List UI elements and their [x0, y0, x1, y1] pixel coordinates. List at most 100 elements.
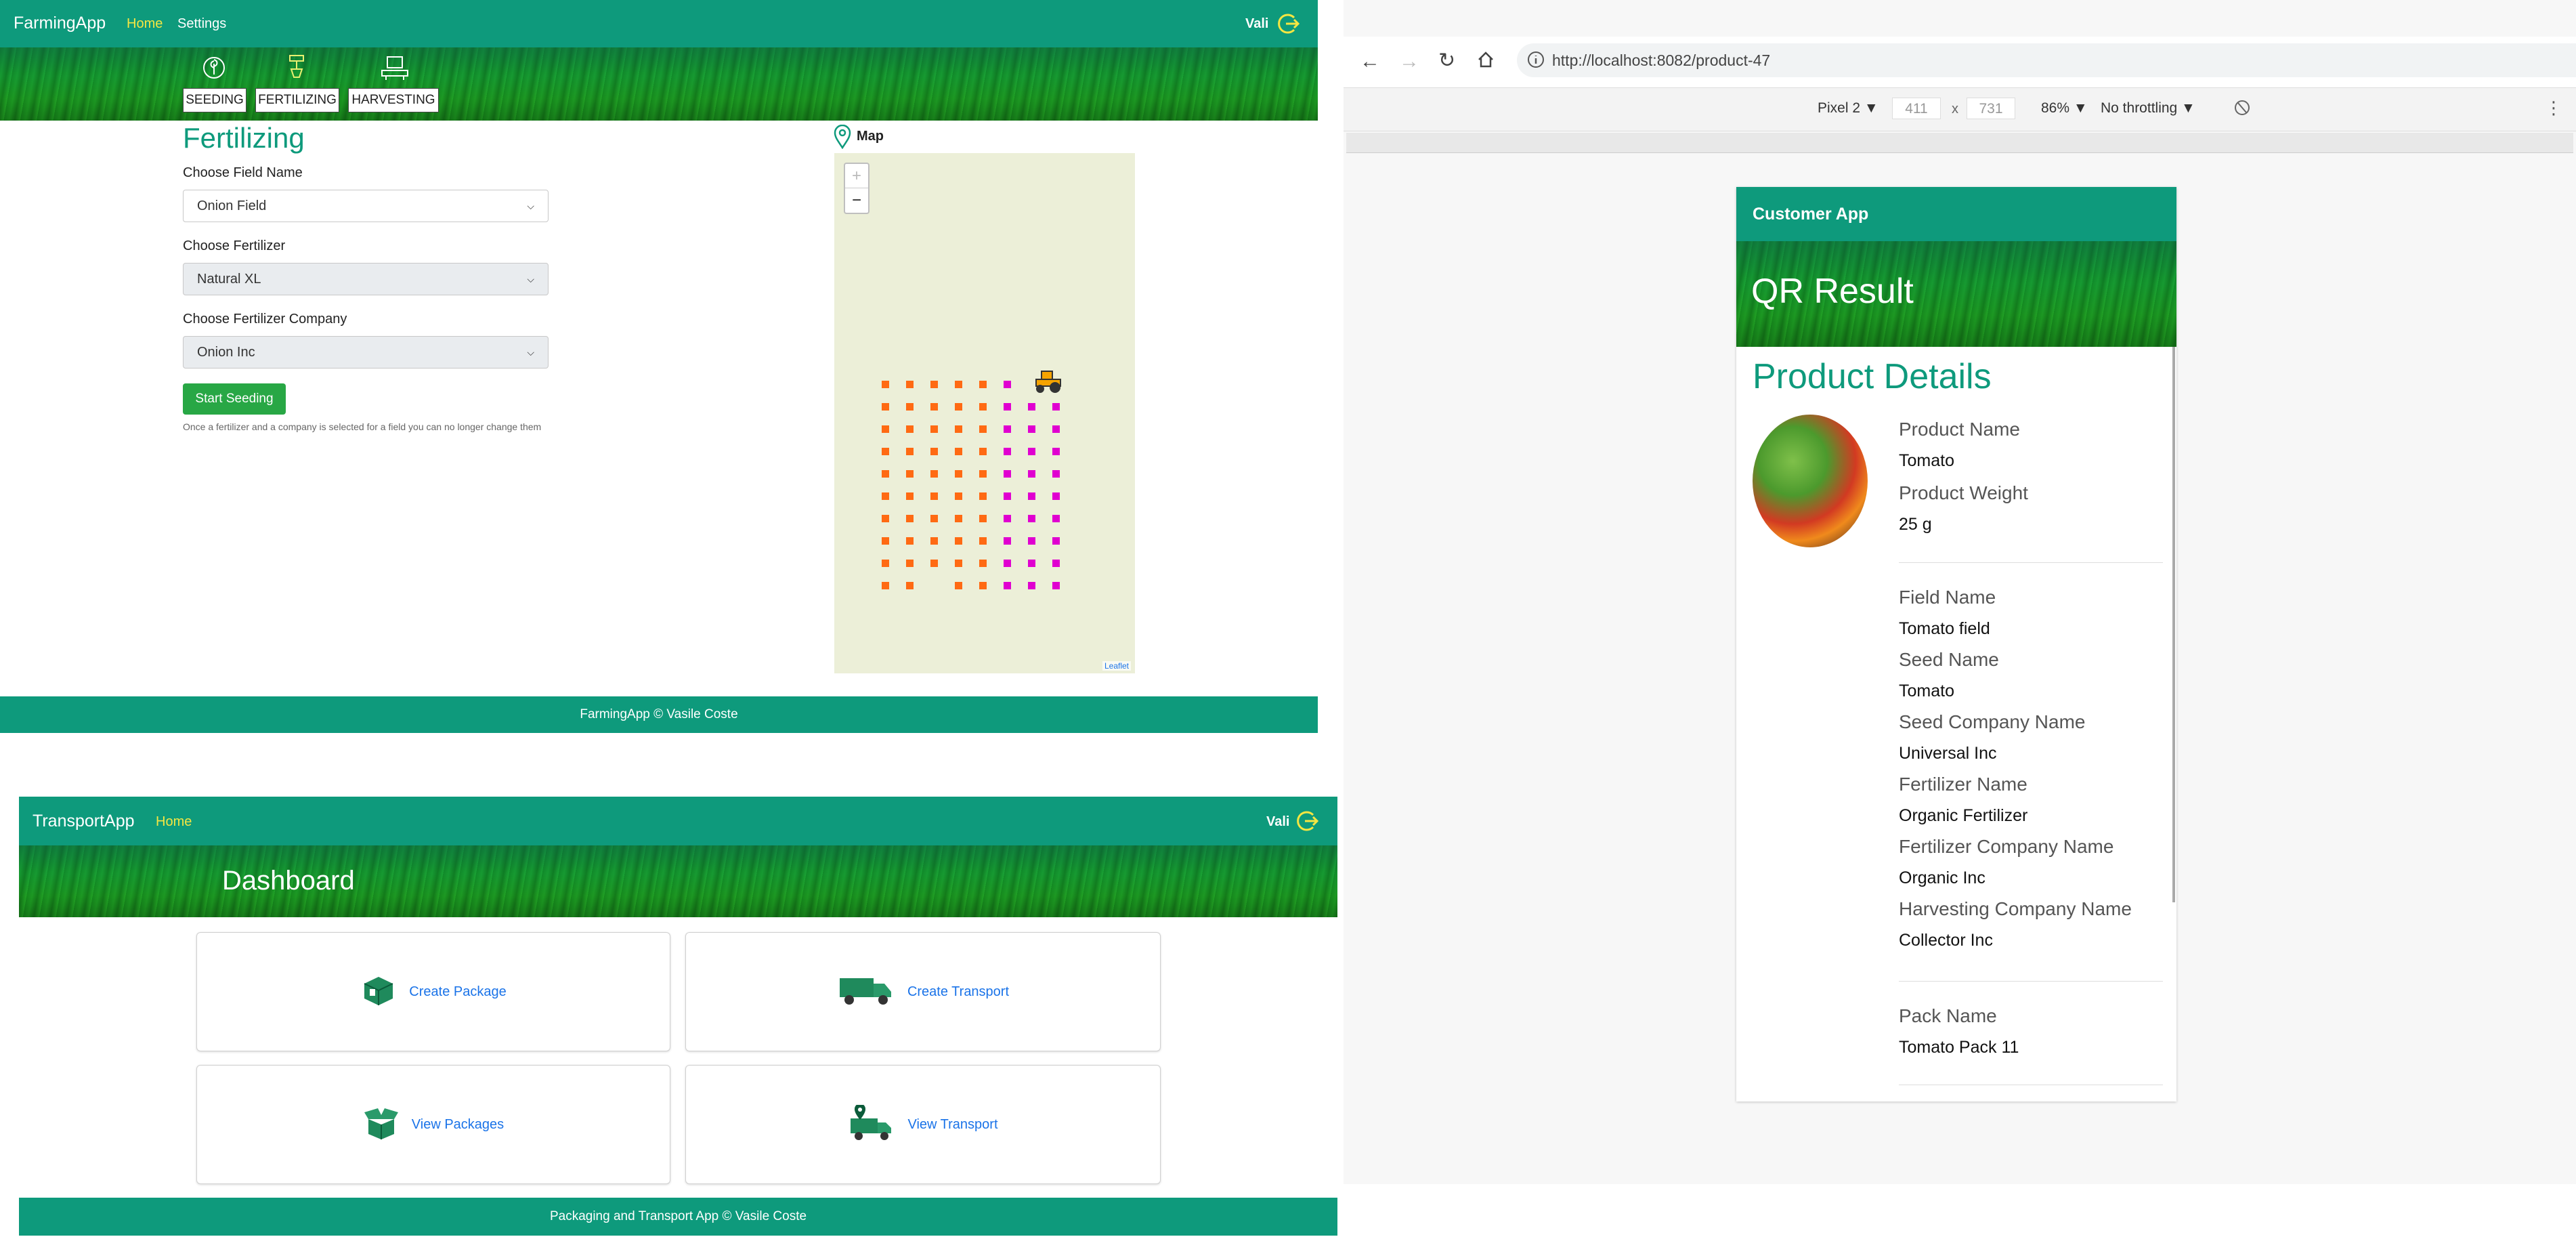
tractor-icon — [1032, 367, 1066, 394]
product-name-value: Tomato — [1899, 451, 1954, 470]
create-package-link[interactable]: Create Package — [409, 984, 506, 1000]
field-point — [1052, 470, 1060, 478]
rotate-icon[interactable] — [2232, 98, 2252, 118]
scrollbar-thumb[interactable] — [2172, 347, 2175, 902]
view-transport-link[interactable]: View Transport — [907, 1117, 997, 1133]
customer-navbar: Customer App — [1736, 187, 2176, 241]
open-box-icon — [363, 1106, 400, 1144]
throttle-select[interactable]: No throttling ▼ — [2101, 100, 2195, 117]
tab-fertilizing[interactable]: FERTILIZING — [255, 88, 339, 112]
zoom-out-button[interactable]: − — [845, 188, 868, 213]
transport-footer: Packaging and Transport App © Vasile Cos… — [19, 1198, 1337, 1236]
company-label: Choose Fertilizer Company — [183, 312, 347, 327]
customer-brand[interactable]: Customer App — [1753, 205, 1868, 224]
field-point — [979, 537, 987, 545]
tab-seeding[interactable]: SEEDING — [183, 88, 246, 112]
width-input[interactable]: 411 — [1892, 98, 1941, 119]
map-attribution[interactable]: Leaflet — [1102, 661, 1131, 671]
home-icon[interactable] — [1476, 50, 1495, 69]
truck-icon — [837, 974, 895, 1010]
zoom-in-button[interactable]: + — [845, 164, 868, 188]
nav-home-link[interactable]: Home — [156, 814, 192, 830]
logout-icon[interactable] — [1295, 809, 1320, 833]
create-transport-link[interactable]: Create Transport — [907, 984, 1009, 1000]
field-point — [979, 448, 987, 455]
field-point — [955, 403, 962, 411]
field-point — [882, 470, 889, 478]
field-point — [1004, 403, 1011, 411]
media-query-bar[interactable] — [1346, 133, 2573, 153]
field-point — [1028, 492, 1035, 500]
product-details-title: Product Details — [1753, 357, 1992, 396]
field-point — [1028, 470, 1035, 478]
view-packages-card[interactable]: View Packages — [196, 1065, 670, 1184]
dashboard-title: Dashboard — [222, 866, 355, 896]
field-point — [882, 403, 889, 411]
field-point — [930, 515, 938, 522]
field-point — [979, 492, 987, 500]
field-point — [979, 515, 987, 522]
field-point — [906, 381, 914, 388]
farming-navbar: FarmingApp Home Settings Vali — [0, 0, 1318, 47]
zoom-select[interactable]: 86% ▼ — [2041, 100, 2088, 117]
more-options-icon[interactable]: ⋮ — [2545, 98, 2562, 119]
field-point — [1028, 582, 1035, 589]
farming-brand[interactable]: FarmingApp — [14, 14, 106, 33]
reload-icon[interactable]: ↻ — [1438, 49, 1455, 72]
field-select[interactable]: Onion Field ⌵ — [183, 190, 549, 222]
tab-harvesting[interactable]: HARVESTING — [348, 88, 439, 112]
nav-settings-link[interactable]: Settings — [177, 16, 226, 32]
company-select[interactable]: Onion Inc ⌵ — [183, 336, 549, 369]
field-point — [930, 403, 938, 411]
detail-label: Harvesting Company Name — [1899, 898, 2132, 919]
fertilizer-select[interactable]: Natural XL ⌵ — [183, 263, 549, 295]
field-point — [906, 425, 914, 433]
transport-brand[interactable]: TransportApp — [33, 812, 135, 831]
detail-label: Fertilizer Company Name — [1899, 836, 2114, 857]
field-point — [955, 492, 962, 500]
address-bar[interactable]: http://localhost:8082/product-47 — [1517, 43, 2576, 77]
field-point — [882, 582, 889, 589]
device-select[interactable]: Pixel 2 ▼ — [1818, 100, 1879, 117]
field-point — [1004, 381, 1011, 388]
view-packages-link[interactable]: View Packages — [412, 1117, 504, 1133]
field-point — [906, 537, 914, 545]
zoom-control: + − — [844, 163, 870, 214]
create-transport-card[interactable]: Create Transport — [685, 932, 1161, 1051]
start-seeding-button[interactable]: Start Seeding — [183, 383, 286, 415]
field-point — [906, 470, 914, 478]
forward-icon[interactable]: → — [1399, 50, 1419, 73]
field-point — [930, 492, 938, 500]
qr-result-title: QR Result — [1751, 272, 1914, 311]
field-point — [906, 560, 914, 567]
field-point — [930, 381, 938, 388]
field-point — [955, 448, 962, 455]
field-point — [882, 448, 889, 455]
truck-location-icon — [848, 1103, 895, 1145]
device-toolbar: Pixel 2 ▼ 411 x 731 86% ▼ No throttling … — [1344, 88, 2576, 131]
field-point — [955, 515, 962, 522]
field-point — [882, 381, 889, 388]
back-icon[interactable]: ← — [1360, 50, 1380, 73]
divider — [1899, 562, 2163, 563]
url-text[interactable]: http://localhost:8082/product-47 — [1552, 51, 1770, 70]
detail-label: Seed Name — [1899, 649, 1999, 670]
field-point — [1028, 515, 1035, 522]
chevron-down-icon: ⌵ — [527, 346, 534, 358]
nav-home-link[interactable]: Home — [127, 16, 163, 32]
farming-banner: SEEDING FERTILIZING HARVESTING — [0, 47, 1318, 121]
logout-icon[interactable] — [1276, 12, 1301, 36]
map[interactable]: + − Leaflet — [834, 153, 1135, 673]
package-box-icon — [360, 974, 397, 1010]
field-point — [979, 425, 987, 433]
info-icon[interactable] — [1526, 50, 1545, 69]
product-image — [1753, 415, 1868, 547]
height-input[interactable]: 731 — [1967, 98, 2015, 119]
fertilizer-label: Choose Fertilizer — [183, 238, 286, 253]
view-transport-card[interactable]: View Transport — [685, 1065, 1161, 1184]
field-point — [1052, 403, 1060, 411]
create-package-card[interactable]: Create Package — [196, 932, 670, 1051]
field-point — [1004, 537, 1011, 545]
field-point — [955, 582, 962, 589]
divider — [1899, 981, 2163, 982]
